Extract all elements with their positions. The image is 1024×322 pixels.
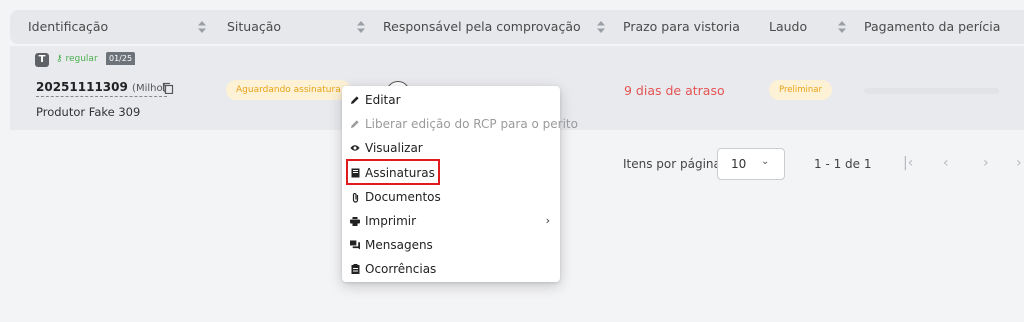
menu-item-label: Liberar edição do RCP para o perito <box>365 117 578 131</box>
sort-icon[interactable] <box>596 20 606 34</box>
pencil-icon <box>350 95 360 105</box>
regular-label: regular <box>65 54 98 64</box>
id-number[interactable]: 20251111309 (Milho) <box>36 80 167 97</box>
menu-item-mensagens[interactable]: Mensagens <box>350 234 552 256</box>
column-header-pagamento[interactable]: Pagamento da perícia <box>864 19 1000 34</box>
menu-item-label: Imprimir <box>365 214 417 228</box>
menu-item-ocorrencias[interactable]: Ocorrências <box>350 258 552 280</box>
column-header-identificacao[interactable]: Identificação <box>28 19 108 34</box>
pagination-range: 1 - 1 de 1 <box>814 157 872 171</box>
menu-item-visualizar[interactable]: Visualizar <box>350 137 552 159</box>
column-header-prazo[interactable]: Prazo para vistoria <box>623 19 740 34</box>
column-header-responsavel[interactable]: Responsável pela comprovação <box>383 19 581 34</box>
last-page-icon[interactable]: › <box>1016 155 1022 171</box>
menu-item-label: Editar <box>365 93 401 107</box>
previous-page-icon[interactable]: ‹ <box>943 155 949 171</box>
key-icon: ⚷ <box>56 54 63 64</box>
sort-icon[interactable] <box>356 20 366 34</box>
id-number-value: 20251111309 <box>36 80 128 94</box>
paperclip-icon <box>350 192 360 203</box>
first-page-icon[interactable]: |‹ <box>903 155 913 171</box>
menu-item-label: Mensagens <box>365 238 433 252</box>
deadline-status: 9 dias de atraso <box>624 83 725 98</box>
chevron-down-icon: ⌄ <box>761 156 770 167</box>
row-actions-menu: Editar Liberar edição do RCP para o peri… <box>342 86 578 282</box>
menu-item-label: Documentos <box>365 190 441 204</box>
menu-item-liberar-edicao[interactable]: Liberar edição do RCP para o perito <box>350 113 578 135</box>
regular-status: ⚷ regular <box>56 54 98 64</box>
copy-icon[interactable] <box>162 79 174 95</box>
menu-item-label: Ocorrências <box>365 262 437 276</box>
type-badge: T <box>35 53 49 67</box>
column-header-laudo[interactable]: Laudo <box>769 19 807 34</box>
pencil-icon <box>350 119 360 129</box>
clipboard-icon <box>350 264 360 274</box>
payment-progress <box>864 88 999 94</box>
sort-icon[interactable] <box>197 20 207 34</box>
eye-icon <box>350 143 360 153</box>
items-per-page-value: 10 <box>731 157 747 171</box>
status-badge: Aguardando assinatura <box>226 80 351 100</box>
highlight-box <box>346 159 440 185</box>
laudo-badge: Preliminar <box>769 80 832 100</box>
menu-item-imprimir[interactable]: Imprimir › <box>350 210 552 232</box>
chevron-right-icon: › <box>545 214 550 227</box>
printer-icon <box>350 216 360 226</box>
items-per-page-label: Itens por página <box>623 157 721 171</box>
items-per-page-select[interactable] <box>717 148 785 180</box>
sort-icon[interactable] <box>837 20 847 34</box>
producer-name: Produtor Fake 309 <box>36 105 141 119</box>
next-page-icon[interactable]: › <box>983 155 989 171</box>
menu-item-label: Visualizar <box>365 141 423 155</box>
count-badge: 01/25 <box>106 52 136 65</box>
menu-item-editar[interactable]: Editar <box>350 89 552 111</box>
menu-item-documentos[interactable]: Documentos <box>350 186 552 208</box>
chat-icon <box>350 240 360 250</box>
column-header-situacao[interactable]: Situação <box>227 19 281 34</box>
